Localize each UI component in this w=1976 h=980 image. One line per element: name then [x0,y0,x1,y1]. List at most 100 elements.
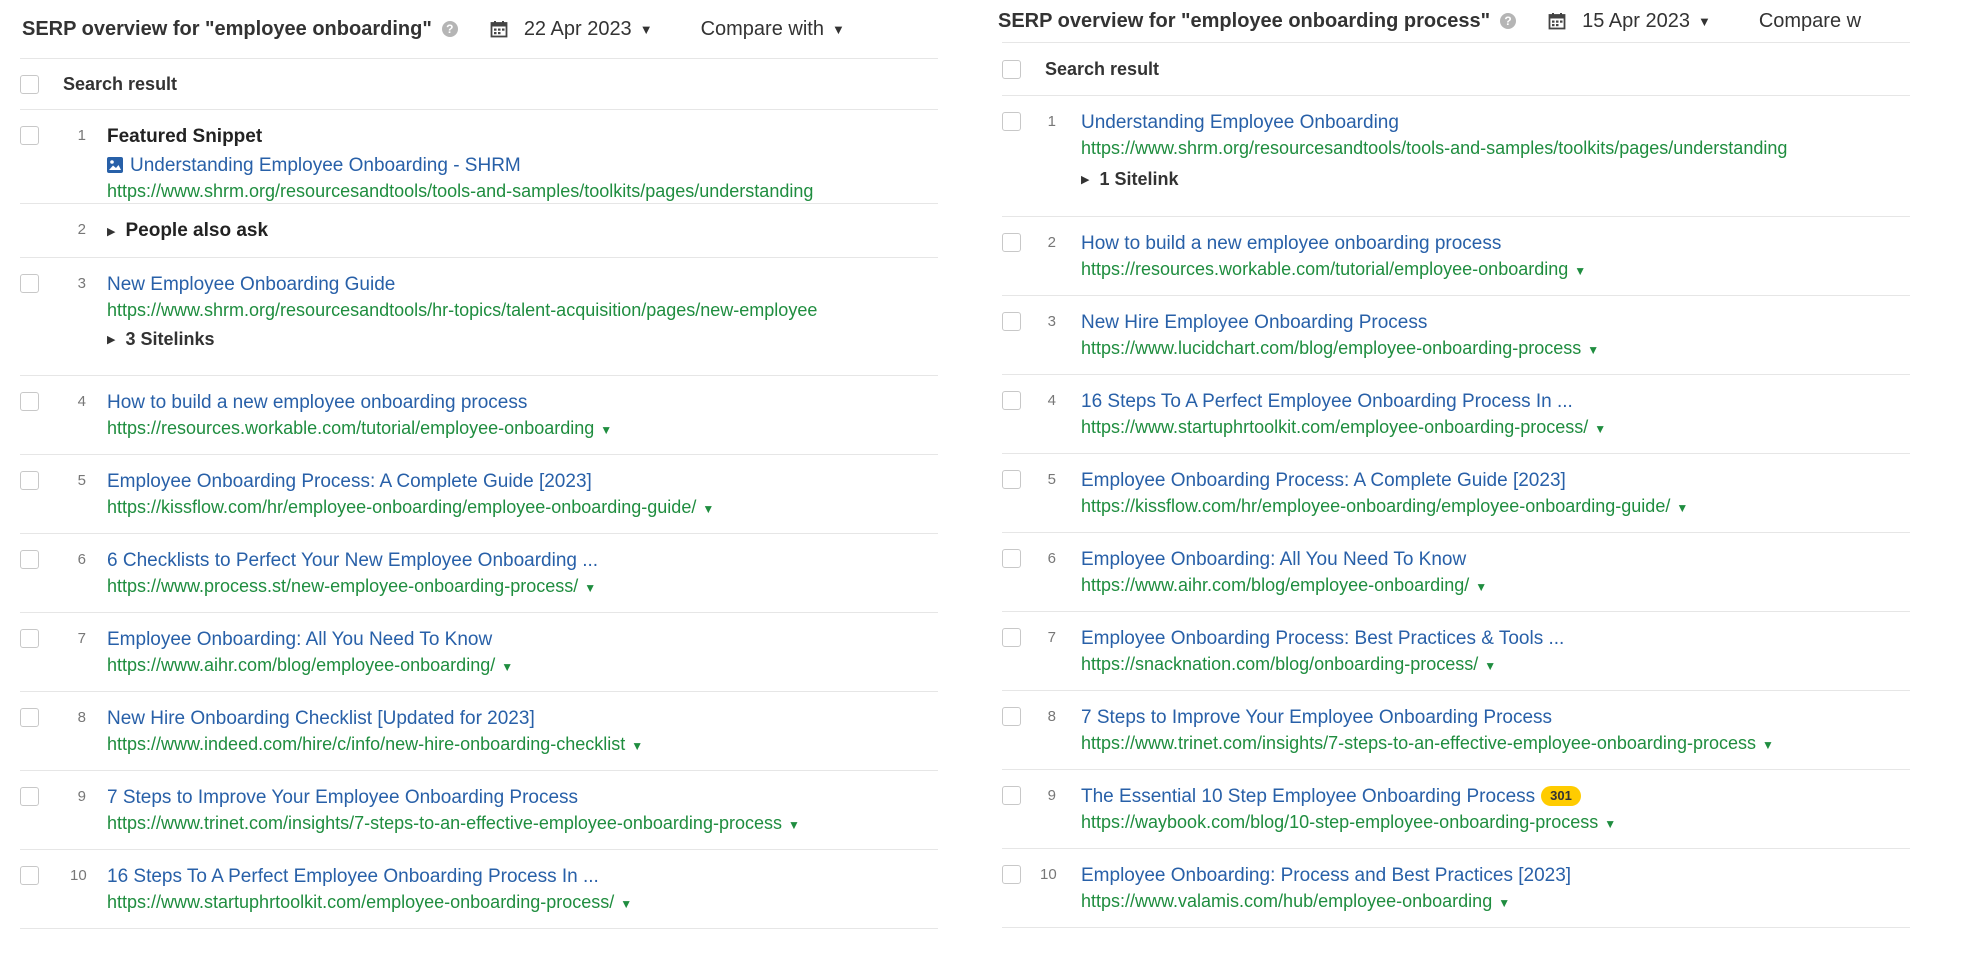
result-url-link[interactable]: https://www.lucidchart.com/blog/employee… [1081,338,1581,358]
result-url-link[interactable]: https://kissflow.com/hr/employee-onboard… [1081,496,1670,516]
caret-down-icon[interactable]: ▼ [1498,896,1510,910]
result-title-link[interactable]: Employee Onboarding Process: A Complete … [107,470,938,494]
sitelinks-toggle[interactable]: ▶ 3 Sitelinks [107,329,938,350]
result-title-link[interactable]: 16 Steps To A Perfect Employee Onboardin… [1081,390,1910,414]
help-icon[interactable]: ? [441,21,458,37]
row-checkbox[interactable] [20,274,39,293]
row-checkbox[interactable] [1002,391,1021,410]
table-row: 8 7 Steps to Improve Your Employee Onboa… [1002,691,1910,770]
result-title-link[interactable]: Employee Onboarding Process: A Complete … [1081,469,1910,493]
row-checkbox[interactable] [1002,549,1021,568]
result-url-link[interactable]: https://www.trinet.com/insights/7-steps-… [1081,733,1756,753]
table-row: 9 The Essential 10 Step Employee Onboard… [1002,770,1910,849]
result-title-link[interactable]: Employee Onboarding: All You Need To Kno… [107,628,938,652]
result-url-link[interactable]: https://snacknation.com/blog/onboarding-… [1081,654,1478,674]
compare-with-dropdown[interactable]: Compare w [1759,10,1861,33]
result-title-link[interactable]: New Hire Employee Onboarding Process [1081,311,1910,335]
caret-down-icon: ▼ [1697,13,1711,29]
caret-down-icon[interactable]: ▼ [620,897,632,911]
result-title-link[interactable]: How to build a new employee onboarding p… [107,391,938,415]
result-url-link[interactable]: https://www.shrm.org/resourcesandtools/h… [107,297,938,323]
caret-down-icon[interactable]: ▼ [1604,817,1616,831]
rank-number: 8 [1047,708,1056,725]
row-checkbox[interactable] [20,787,39,806]
row-checkbox[interactable] [1002,865,1021,884]
result-title-link[interactable]: The Essential 10 Step Employee Onboardin… [1081,786,1535,807]
row-checkbox[interactable] [20,126,39,145]
row-checkbox[interactable] [1002,628,1021,647]
people-also-ask-toggle[interactable]: ▶ People also ask [107,219,938,243]
caret-down-icon[interactable]: ▼ [1762,738,1774,752]
table-row: 7 Employee Onboarding Process: Best Prac… [1002,612,1910,691]
result-url-link[interactable]: https://www.startuphrtoolkit.com/employe… [1081,417,1588,437]
rank-number: 4 [77,393,86,410]
result-url-link[interactable]: https://resources.workable.com/tutorial/… [1081,259,1568,279]
serp-feature-label: People also ask [125,220,269,241]
result-title-link[interactable]: Employee Onboarding Process: Best Practi… [1081,627,1910,651]
result-title-link[interactable]: Employee Onboarding: Process and Best Pr… [1081,864,1910,888]
result-url-link[interactable]: https://www.shrm.org/resourcesandtools/t… [107,178,938,204]
column-header-label: Search result [63,73,178,94]
image-icon [107,157,123,173]
caret-down-icon[interactable]: ▼ [788,818,800,832]
result-title-link[interactable]: New Employee Onboarding Guide [107,273,938,297]
caret-down-icon[interactable]: ▼ [702,502,714,516]
result-title-link[interactable]: 6 Checklists to Perfect Your New Employe… [107,549,938,573]
result-url-link[interactable]: https://kissflow.com/hr/employee-onboard… [107,497,696,517]
result-url-link[interactable]: https://www.startuphrtoolkit.com/employe… [107,892,614,912]
row-checkbox[interactable] [20,866,39,885]
help-icon[interactable]: ? [1500,13,1517,29]
row-checkbox[interactable] [20,708,39,727]
result-title-link[interactable]: Employee Onboarding: All You Need To Kno… [1081,548,1910,572]
result-title-link[interactable]: Understanding Employee Onboarding - SHRM [130,155,521,176]
result-title-link[interactable]: 7 Steps to Improve Your Employee Onboard… [1081,706,1910,730]
caret-down-icon[interactable]: ▼ [1594,422,1606,436]
rank-number: 1 [77,127,86,144]
row-checkbox[interactable] [20,629,39,648]
result-url-link[interactable]: https://www.aihr.com/blog/employee-onboa… [107,655,495,675]
result-title-link[interactable]: New Hire Onboarding Checklist [Updated f… [107,707,938,731]
select-all-checkbox[interactable] [20,74,39,94]
result-url-link[interactable]: https://www.trinet.com/insights/7-steps-… [107,813,782,833]
result-url-link[interactable]: https://www.valamis.com/hub/employee-onb… [1081,891,1492,911]
sitelinks-toggle[interactable]: ▶ 1 Sitelink [1081,169,1910,190]
row-checkbox[interactable] [1002,470,1021,489]
row-checkbox[interactable] [20,471,39,490]
result-url-link[interactable]: https://www.indeed.com/hire/c/info/new-h… [107,734,625,754]
caret-down-icon[interactable]: ▼ [584,581,596,595]
serp-header: SERP overview for "employee onboarding" … [0,0,938,58]
row-checkbox[interactable] [1002,233,1021,252]
result-title-link[interactable]: How to build a new employee onboarding p… [1081,232,1910,256]
triangle-right-icon: ▶ [1081,174,1090,186]
row-checkbox[interactable] [20,392,39,411]
table-row: 2 ▶ People also ask [20,204,938,258]
caret-down-icon[interactable]: ▼ [631,739,643,753]
row-checkbox[interactable] [1002,707,1021,726]
result-url-link[interactable]: https://www.process.st/new-employee-onbo… [107,576,578,596]
row-checkbox[interactable] [1002,312,1021,331]
date-picker[interactable]: 22 Apr 2023 ▼ [490,18,653,41]
caret-down-icon[interactable]: ▼ [1475,580,1487,594]
row-checkbox[interactable] [1002,786,1021,805]
rank-number: 6 [1047,550,1056,567]
result-title-link[interactable]: 7 Steps to Improve Your Employee Onboard… [107,786,938,810]
caret-down-icon[interactable]: ▼ [501,660,513,674]
row-checkbox[interactable] [20,550,39,569]
caret-down-icon[interactable]: ▼ [1484,659,1496,673]
result-url-link[interactable]: https://www.shrm.org/resourcesandtools/t… [1081,135,1910,161]
caret-down-icon[interactable]: ▼ [600,423,612,437]
caret-down-icon[interactable]: ▼ [1676,501,1688,515]
compare-with-dropdown[interactable]: Compare with ▼ [701,18,845,41]
result-url-link[interactable]: https://resources.workable.com/tutorial/… [107,418,594,438]
caret-down-icon[interactable]: ▼ [1587,343,1599,357]
caret-down-icon[interactable]: ▼ [1574,264,1586,278]
result-url-link[interactable]: https://www.aihr.com/blog/employee-onboa… [1081,575,1469,595]
select-all-checkbox[interactable] [1002,59,1021,79]
result-url-link[interactable]: https://waybook.com/blog/10-step-employe… [1081,812,1598,832]
compare-with-label: Compare w [1758,9,1862,32]
row-checkbox[interactable] [1002,112,1021,131]
result-title-link[interactable]: Understanding Employee Onboarding [1081,111,1910,135]
result-title-link[interactable]: 16 Steps To A Perfect Employee Onboardin… [107,865,938,889]
date-picker[interactable]: 15 Apr 2023 ▼ [1548,10,1711,33]
table-row: 5 Employee Onboarding Process: A Complet… [20,455,938,534]
